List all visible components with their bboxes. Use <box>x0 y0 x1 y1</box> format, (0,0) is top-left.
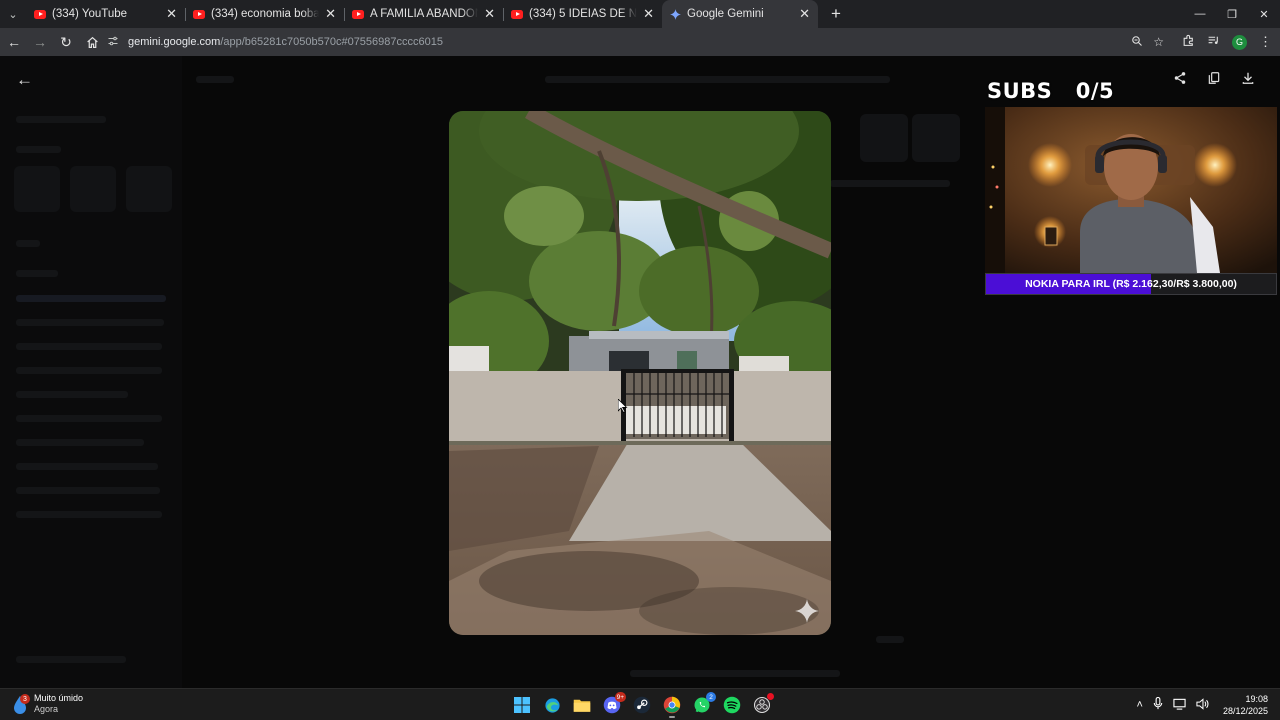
youtube-icon <box>352 9 364 19</box>
home-icon[interactable] <box>80 30 104 54</box>
weather-icon: 3 <box>12 694 30 714</box>
extensions-icon[interactable] <box>1182 34 1195 50</box>
discord-badge: 9+ <box>614 692 626 702</box>
taskbar-apps: 9+ 2 <box>510 691 774 719</box>
tab-title: (334) YouTube <box>52 8 128 20</box>
microphone-icon[interactable] <box>1153 696 1163 713</box>
media-control-icon[interactable] <box>1207 34 1220 50</box>
back-icon[interactable]: ← <box>2 30 26 54</box>
whatsapp-badge: 2 <box>706 692 716 702</box>
bookmark-star-icon[interactable]: ☆ <box>1153 35 1164 49</box>
share-icon[interactable] <box>1172 70 1188 86</box>
chrome-icon[interactable] <box>660 691 684 719</box>
reload-icon[interactable]: ↻ <box>54 30 78 54</box>
system-clock[interactable]: 19:08 28/12/2025 <box>1223 693 1268 717</box>
close-viewer-back-icon[interactable]: ← <box>16 70 33 90</box>
subs-counter: SUBS 0/5 <box>987 79 1114 103</box>
house-gate-photo <box>449 111 831 635</box>
edge-icon[interactable] <box>540 691 564 719</box>
tab-search-button[interactable]: ⌄ <box>0 0 26 28</box>
window-controls: — ❐ ✕ <box>1184 0 1280 28</box>
obs-recording-dot <box>767 693 774 700</box>
obs-icon[interactable] <box>750 691 774 719</box>
weather-subtitle: Agora <box>34 704 59 714</box>
close-tab-icon[interactable]: ✕ <box>325 6 336 22</box>
browser-tab[interactable]: (334) 5 IDEIAS DE NEGÓCIOS P ✕ <box>503 0 662 28</box>
browser-tab[interactable]: A FAMÍLIA ABANDONOU esse imóvel ✕ <box>344 0 503 28</box>
browser-tab[interactable]: (334) economia bobagem na obra ✕ <box>185 0 344 28</box>
steam-icon[interactable] <box>630 691 654 719</box>
new-tab-button[interactable]: + <box>824 2 848 26</box>
subs-label: SUBS <box>987 79 1053 103</box>
browser-tab-active[interactable]: Google Gemini ✕ <box>662 0 818 28</box>
url-path: /app/b65281c7050b570c#07556987cccc6015 <box>220 36 443 48</box>
close-tab-icon[interactable]: ✕ <box>643 6 654 22</box>
volume-icon[interactable] <box>1196 697 1209 713</box>
windows-taskbar: 3 Muito úmido Agora 9+ 2 ˄ 19:08 28/12/2… <box>0 688 1280 720</box>
address-bar[interactable]: gemini.google.com/app/b65281c7050b570c#0… <box>104 30 1164 54</box>
tab-title: (334) 5 IDEIAS DE NEGÓCIOS P <box>529 8 638 20</box>
file-explorer-icon[interactable] <box>570 691 594 719</box>
youtube-icon <box>34 9 46 19</box>
system-tray: ˄ 19:08 28/12/2025 <box>1137 693 1268 717</box>
discord-icon[interactable]: 9+ <box>600 691 626 719</box>
tab-title: A FAMÍLIA ABANDONOU esse imóvel <box>370 8 478 20</box>
dimmed-sidebar <box>0 56 182 688</box>
generated-image[interactable] <box>449 111 831 635</box>
streamer-webcam <box>985 107 1277 273</box>
clock-time: 19:08 <box>1245 694 1268 704</box>
mouse-cursor-icon <box>618 399 628 413</box>
tab-strip: ⌄ (334) YouTube ✕ (334) economia bobagem… <box>0 0 1280 28</box>
close-tab-icon[interactable]: ✕ <box>484 6 495 22</box>
restore-icon[interactable]: ❐ <box>1216 0 1248 28</box>
browser-toolbar: ← → ↻ gemini.google.com/app/b65281c7050b… <box>0 28 1280 56</box>
tab-title: Google Gemini <box>687 8 764 20</box>
webcam-feed <box>985 107 1277 273</box>
tab-title: (334) economia bobagem na obra <box>211 8 320 20</box>
weather-alert-badge: 3 <box>20 694 30 704</box>
weather-widget[interactable]: 3 Muito úmido Agora <box>12 693 83 715</box>
profile-avatar[interactable]: G <box>1232 34 1247 50</box>
whatsapp-icon[interactable]: 2 <box>690 691 716 719</box>
close-tab-icon[interactable]: ✕ <box>799 6 810 22</box>
browser-tab[interactable]: (334) YouTube ✕ <box>26 0 185 28</box>
spotify-icon[interactable] <box>720 691 744 719</box>
gemini-sparkle-watermark-icon <box>795 599 819 623</box>
start-button[interactable] <box>510 691 534 719</box>
download-icon[interactable] <box>1240 70 1256 86</box>
youtube-icon <box>193 9 205 19</box>
close-tab-icon[interactable]: ✕ <box>166 6 177 22</box>
donation-goal-text: NOKIA PARA IRL (R$ 2.162,30/R$ 3.800,00) <box>1025 278 1237 290</box>
copy-icon[interactable] <box>1206 70 1222 86</box>
youtube-icon <box>511 9 523 19</box>
browser-menu-icon[interactable]: ⋮ <box>1259 34 1272 50</box>
weather-title: Muito úmido <box>34 693 84 703</box>
site-info-icon[interactable] <box>104 35 122 50</box>
network-icon[interactable] <box>1173 698 1186 713</box>
clock-date: 28/12/2025 <box>1222 706 1268 716</box>
forward-icon[interactable]: → <box>28 30 52 54</box>
tray-overflow-chevron-icon[interactable]: ˄ <box>1137 699 1143 711</box>
url-host: gemini.google.com <box>128 36 221 48</box>
image-actions <box>1172 70 1256 86</box>
close-window-icon[interactable]: ✕ <box>1248 0 1280 28</box>
subs-count: 0/5 <box>1075 79 1115 103</box>
zoom-icon[interactable] <box>1131 35 1143 50</box>
gemini-icon <box>670 8 681 20</box>
donation-goal-bar: NOKIA PARA IRL (R$ 2.162,30/R$ 3.800,00) <box>985 273 1277 295</box>
minimize-icon[interactable]: — <box>1184 0 1216 28</box>
